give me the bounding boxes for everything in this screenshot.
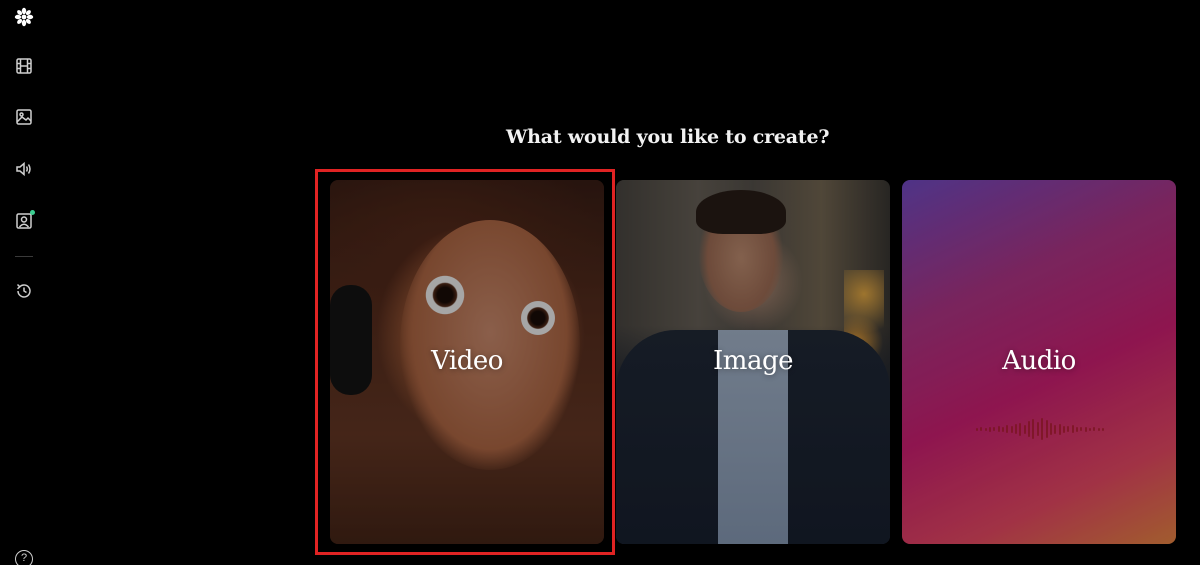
waveform-bar bbox=[993, 427, 996, 431]
audio-card-label: Audio bbox=[1002, 346, 1076, 376]
waveform-bar bbox=[1049, 423, 1052, 435]
history-icon[interactable] bbox=[12, 279, 36, 303]
video-card-label: Video bbox=[431, 346, 503, 376]
waveform-bar bbox=[976, 427, 978, 431]
waveform-bar bbox=[989, 426, 992, 432]
sidebar-divider bbox=[15, 256, 33, 257]
sidebar: ? bbox=[0, 0, 48, 565]
waveform-bar bbox=[1028, 421, 1031, 437]
waveform-bar bbox=[1045, 420, 1048, 438]
waveform-bar bbox=[1071, 425, 1074, 433]
waveform-bar bbox=[997, 426, 1000, 432]
image-card[interactable]: Image bbox=[616, 180, 890, 544]
logo-icon[interactable] bbox=[12, 5, 36, 29]
waveform-bar bbox=[1036, 422, 1039, 436]
waveform-icon bbox=[976, 416, 1104, 442]
waveform-bar bbox=[1058, 423, 1061, 435]
help-button[interactable]: ? bbox=[15, 550, 33, 565]
waveform-bar bbox=[1062, 425, 1065, 433]
waveform-bar bbox=[1010, 425, 1013, 433]
image-card-label: Image bbox=[713, 346, 793, 376]
waveform-bar bbox=[1041, 418, 1044, 440]
waveform-bar bbox=[1054, 424, 1057, 434]
waveform-bar bbox=[1080, 427, 1083, 431]
notification-dot bbox=[30, 210, 35, 215]
waveform-bar bbox=[1032, 419, 1035, 439]
waveform-bar bbox=[980, 427, 983, 431]
waveform-bar bbox=[1019, 422, 1022, 436]
audio-card[interactable]: Audio bbox=[902, 180, 1176, 544]
speaker-icon[interactable] bbox=[12, 157, 36, 181]
waveform-bar bbox=[1075, 426, 1078, 432]
app-root: ? What would you like to create? Video I… bbox=[0, 0, 1200, 565]
video-card[interactable]: Video bbox=[330, 180, 604, 544]
waveform-bar bbox=[1097, 427, 1100, 431]
film-icon[interactable] bbox=[12, 54, 36, 78]
waveform-bar bbox=[1101, 427, 1104, 431]
waveform-bar bbox=[1002, 426, 1005, 432]
page-title: What would you like to create? bbox=[506, 126, 830, 148]
waveform-bar bbox=[1006, 425, 1009, 433]
waveform-bar bbox=[1088, 427, 1091, 431]
waveform-bar bbox=[984, 427, 987, 431]
avatar-icon[interactable] bbox=[12, 209, 36, 233]
waveform-bar bbox=[1093, 427, 1096, 431]
waveform-bar bbox=[1067, 426, 1070, 432]
waveform-bar bbox=[1015, 424, 1018, 434]
waveform-bar bbox=[1023, 424, 1026, 434]
waveform-bar bbox=[1084, 426, 1087, 432]
